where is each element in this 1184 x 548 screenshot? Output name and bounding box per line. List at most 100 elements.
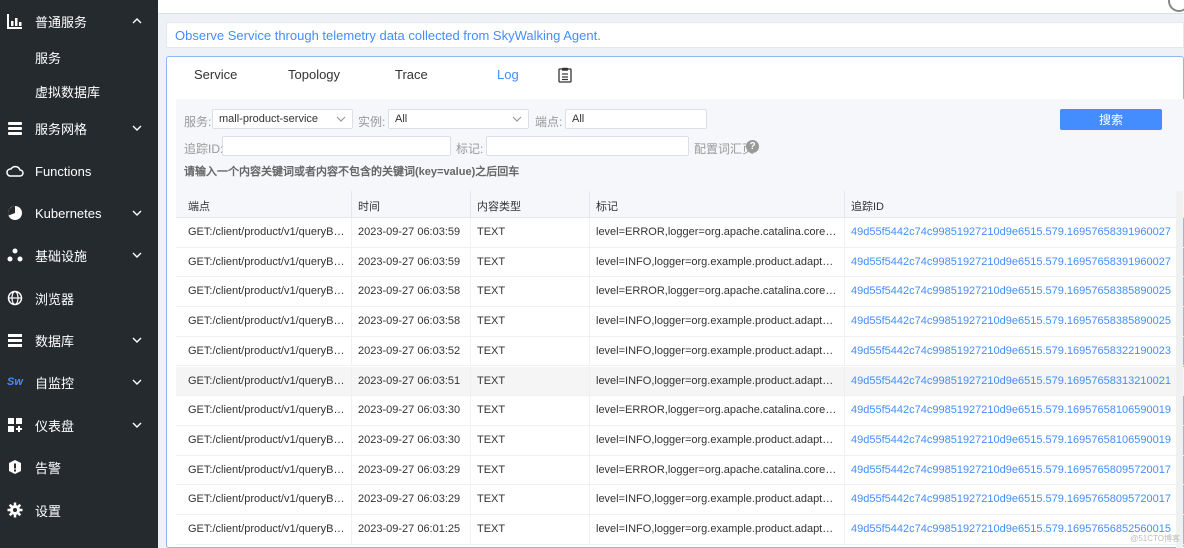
cell-time: 2023-09-27 06:03:58 xyxy=(352,307,471,337)
cell-content-type: TEXT xyxy=(471,366,590,396)
table-row[interactable]: GET:/client/product/v1/queryById/1 2023-0… xyxy=(176,277,1184,308)
sidebar-item-self-observability[interactable]: Sw 自监控 xyxy=(0,361,158,403)
sidebar-item-settings[interactable]: 设置 xyxy=(0,489,158,531)
sidebar-item-kubernetes[interactable]: Kubernetes xyxy=(0,192,158,234)
table-row[interactable]: GET:/client/product/v1/queryById... 2023-… xyxy=(176,336,1184,367)
sidebar-item-label: 服务 xyxy=(35,50,62,66)
cell-content-type: TEXT xyxy=(471,277,590,307)
cell-time: 2023-09-27 06:03:51 xyxy=(352,366,471,396)
table-row[interactable]: GET:/client/product/v1/queryById/1 2023-0… xyxy=(176,307,1184,337)
config-vocabulary-link[interactable]: 配置词汇页 xyxy=(694,140,754,157)
cell-trace-id[interactable]: 49d55f5442c74c99851927210d9e6515.579.169… xyxy=(845,336,1180,366)
sidebar-item-label: Kubernetes xyxy=(35,205,102,221)
chevron-down-icon xyxy=(132,125,142,131)
tab-trace[interactable]: Trace xyxy=(395,67,428,82)
cell-trace-id[interactable]: 49d55f5442c74c99851927210d9e6515.579.169… xyxy=(845,425,1180,455)
cell-content-type: TEXT xyxy=(471,396,590,426)
cell-trace-id[interactable]: 49d55f5442c74c99851927210d9e6515.579.169… xyxy=(845,396,1180,426)
sidebar-subitem-service[interactable]: 服务 xyxy=(0,40,158,74)
table-row[interactable]: GET:/client/product/v1/queryById/1 2023-0… xyxy=(176,396,1184,426)
toggle-icon[interactable] xyxy=(1168,0,1184,12)
cell-time: 2023-09-27 06:03:52 xyxy=(352,336,471,366)
table-scrollbar[interactable] xyxy=(1176,191,1183,548)
cell-endpoint: GET:/client/product/v1/queryById... xyxy=(182,515,352,544)
cell-trace-id[interactable]: 49d55f5442c74c99851927210d9e6515.579.169… xyxy=(845,366,1180,396)
instance-select-value: All xyxy=(395,113,408,125)
tab-topology[interactable]: Topology xyxy=(288,67,340,82)
cell-trace-id[interactable]: 49d55f5442c74c99851927210d9e6515.579.169… xyxy=(845,218,1180,247)
sidebar: 普通服务 服务 虚拟数据库 服务网格 Functions Kubernetes … xyxy=(0,0,158,548)
service-select-value: mall-product-service xyxy=(219,113,319,125)
layers-icon xyxy=(6,119,24,137)
clipboard-icon[interactable] xyxy=(558,67,572,83)
tab-service[interactable]: Service xyxy=(194,67,237,82)
cell-tags: level=INFO,logger=org.example.product.ad… xyxy=(590,485,845,515)
cell-tags: level=INFO,logger=org.example.product.ad… xyxy=(590,366,845,396)
cell-content-type: TEXT xyxy=(471,455,590,485)
database-icon xyxy=(6,331,24,349)
table-row[interactable]: GET:/client/product/v1/queryById/1 2023-0… xyxy=(176,425,1184,456)
cell-tags: level=INFO,logger=org.example.product.ad… xyxy=(590,425,845,455)
tab-bar: Service Topology Trace Log xyxy=(167,57,1184,93)
sidebar-item-dashboard[interactable]: 仪表盘 xyxy=(0,404,158,446)
sidebar-item-general-service[interactable]: 普通服务 xyxy=(0,0,158,42)
endpoint-select[interactable]: All xyxy=(565,109,707,129)
sidebar-item-service-mesh[interactable]: 服务网格 xyxy=(0,107,158,149)
info-banner: Observe Service through telemetry data c… xyxy=(166,22,1184,48)
chevron-down-icon xyxy=(132,422,142,428)
tags-label: 标记: xyxy=(456,142,484,156)
cell-endpoint: GET:/client/product/v1/queryById/1 xyxy=(182,218,352,247)
pie-chart-icon xyxy=(6,204,24,222)
table-row[interactable]: GET:/client/product/v1/queryById/1 2023-0… xyxy=(176,218,1184,248)
cell-time: 2023-09-27 06:03:29 xyxy=(352,455,471,485)
sidebar-item-database[interactable]: 数据库 xyxy=(0,319,158,361)
chevron-down-icon xyxy=(512,116,522,122)
sidebar-item-alarm[interactable]: 告警 xyxy=(0,446,158,488)
cell-tags: level=INFO,logger=org.example.product.ad… xyxy=(590,336,845,366)
trace-id-input[interactable] xyxy=(222,136,451,156)
cell-tags: level=INFO,logger=org.example.product.ad… xyxy=(590,307,845,337)
tags-input[interactable] xyxy=(486,136,689,156)
sidebar-item-functions[interactable]: Functions xyxy=(0,150,158,192)
cell-endpoint: GET:/client/product/v1/queryById/1 xyxy=(182,396,352,426)
cell-tags: level=ERROR,logger=org.apache.catalina.c… xyxy=(590,218,845,247)
help-icon[interactable]: ? xyxy=(746,140,759,153)
sidebar-subitem-virtual-database[interactable]: 虚拟数据库 xyxy=(0,74,158,108)
cell-trace-id[interactable]: 49d55f5442c74c99851927210d9e6515.579.169… xyxy=(845,485,1180,515)
tab-log[interactable]: Log xyxy=(497,67,519,82)
cell-endpoint: GET:/client/product/v1/queryById/1 xyxy=(182,307,352,337)
banner-text: Observe Service through telemetry data c… xyxy=(175,27,601,43)
cell-trace-id[interactable]: 49d55f5442c74c99851927210d9e6515.579.169… xyxy=(845,455,1180,485)
sidebar-item-label: 告警 xyxy=(35,460,62,476)
cell-time: 2023-09-27 06:03:59 xyxy=(352,218,471,247)
cell-tags: level=INFO,logger=org.example.product.ad… xyxy=(590,515,845,544)
chevron-down-icon xyxy=(132,379,142,385)
column-header-content-type: 内容类型 xyxy=(471,191,590,218)
cell-endpoint: GET:/client/product/v1/queryById/1 xyxy=(182,277,352,307)
table-row[interactable]: GET:/client/product/v1/queryById/1 2023-0… xyxy=(176,455,1184,486)
table-row[interactable]: GET:/client/product/v1/queryById/1 2023-0… xyxy=(176,247,1184,278)
cloud-icon xyxy=(6,162,24,180)
cell-trace-id[interactable]: 49d55f5442c74c99851927210d9e6515.579.169… xyxy=(845,307,1180,337)
table-row[interactable]: GET:/client/product/v1/queryById... 2023-… xyxy=(176,366,1184,397)
sidebar-item-browser[interactable]: 浏览器 xyxy=(0,277,158,319)
cell-trace-id[interactable]: 49d55f5442c74c99851927210d9e6515.579.169… xyxy=(845,277,1180,307)
globe-icon xyxy=(6,289,24,307)
cell-endpoint: GET:/client/product/v1/queryById/1 xyxy=(182,247,352,277)
sidebar-item-label: 虚拟数据库 xyxy=(35,84,101,100)
cell-tags: level=ERROR,logger=org.apache.catalina.c… xyxy=(590,277,845,307)
sidebar-item-infrastructure[interactable]: 基础设施 xyxy=(0,234,158,276)
table-row[interactable]: GET:/client/product/v1/queryById/1 2023-0… xyxy=(176,485,1184,515)
cell-trace-id[interactable]: 49d55f5442c74c99851927210d9e6515.579.169… xyxy=(845,247,1180,277)
instance-select[interactable]: All xyxy=(388,109,529,129)
sidebar-item-label: 浏览器 xyxy=(35,291,75,307)
column-header-endpoint: 端点 xyxy=(182,191,352,218)
column-header-time: 时间 xyxy=(352,191,471,218)
gear-icon xyxy=(6,501,24,519)
cell-endpoint: GET:/client/product/v1/queryById/1 xyxy=(182,455,352,485)
table-row[interactable]: GET:/client/product/v1/queryById... 2023-… xyxy=(176,515,1184,545)
search-button[interactable]: 搜索 xyxy=(1060,109,1162,130)
service-select[interactable]: mall-product-service xyxy=(212,109,353,129)
cell-endpoint: GET:/client/product/v1/queryById/1 xyxy=(182,425,352,455)
cell-time: 2023-09-27 06:03:59 xyxy=(352,247,471,277)
